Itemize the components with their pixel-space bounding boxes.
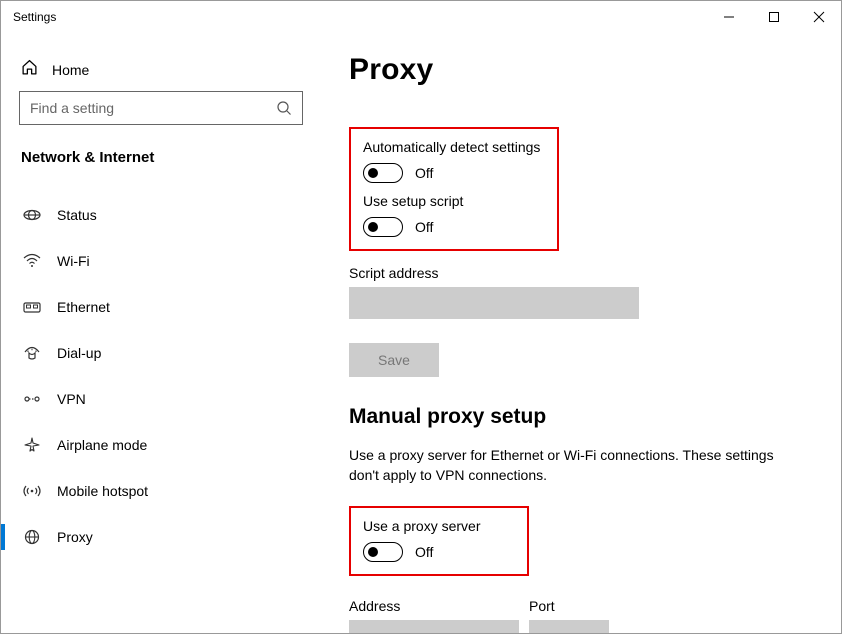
auto-proxy-highlight: Automatically detect settings Off Use se… — [349, 127, 559, 251]
script-address-label: Script address — [349, 265, 805, 281]
close-button[interactable] — [796, 1, 841, 33]
setup-script-group: Use setup script Off — [363, 193, 545, 237]
sidebar-item-label: Ethernet — [57, 299, 110, 315]
use-proxy-toggle[interactable] — [363, 542, 403, 562]
sidebar-item-proxy[interactable]: Proxy — [1, 514, 321, 560]
sidebar-item-label: Wi-Fi — [57, 253, 90, 269]
window-controls — [706, 1, 841, 33]
sidebar-item-label: Mobile hotspot — [57, 483, 148, 499]
page-title: Proxy — [349, 53, 805, 87]
manual-proxy-highlight: Use a proxy server Off — [349, 506, 529, 576]
home-label: Home — [52, 62, 89, 78]
sidebar-item-label: Dial-up — [57, 345, 101, 361]
wifi-icon — [23, 254, 41, 268]
sidebar-item-status[interactable]: Status — [1, 192, 321, 238]
manual-heading: Manual proxy setup — [349, 405, 805, 429]
sidebar-item-vpn[interactable]: VPN — [1, 376, 321, 422]
auto-detect-label: Automatically detect settings — [363, 139, 545, 155]
sidebar-item-ethernet[interactable]: Ethernet — [1, 284, 321, 330]
sidebar-item-label: Airplane mode — [57, 437, 147, 453]
status-icon — [23, 208, 41, 222]
sidebar: Home Network & Internet Status — [1, 33, 321, 633]
sidebar-item-hotspot[interactable]: Mobile hotspot — [1, 468, 321, 514]
auto-detect-toggle[interactable] — [363, 163, 403, 183]
window-title: Settings — [13, 10, 56, 24]
titlebar: Settings — [1, 1, 841, 33]
sidebar-nav: Status Wi-Fi Ethernet — [1, 186, 321, 560]
hotspot-icon — [23, 483, 41, 499]
sidebar-item-airplane[interactable]: Airplane mode — [1, 422, 321, 468]
minimize-button[interactable] — [706, 1, 751, 33]
use-proxy-group: Use a proxy server Off — [363, 518, 515, 562]
sidebar-item-wifi[interactable]: Wi-Fi — [1, 238, 321, 284]
address-port-row: Address Port — [349, 590, 805, 633]
search-box[interactable] — [19, 91, 303, 125]
maximize-button[interactable] — [751, 1, 796, 33]
close-icon — [814, 12, 824, 22]
search-wrap — [1, 91, 321, 143]
sidebar-item-label: Proxy — [57, 529, 93, 545]
setup-script-state: Off — [415, 219, 433, 235]
window-body: Home Network & Internet Status — [1, 33, 841, 633]
content-pane: Proxy Automatically detect settings Off … — [321, 33, 841, 633]
address-input — [349, 620, 519, 633]
sidebar-item-label: Status — [57, 207, 97, 223]
address-label: Address — [349, 598, 519, 614]
minimize-icon — [724, 12, 734, 22]
dialup-icon — [23, 345, 41, 361]
port-label: Port — [529, 598, 609, 614]
auto-detect-group: Automatically detect settings Off — [363, 139, 545, 183]
save-button: Save — [349, 343, 439, 377]
use-proxy-state: Off — [415, 544, 433, 560]
use-proxy-label: Use a proxy server — [363, 518, 515, 534]
search-input[interactable] — [30, 100, 292, 116]
manual-hint: Use a proxy server for Ethernet or Wi-Fi… — [349, 445, 789, 486]
vpn-icon — [23, 392, 41, 406]
settings-window: Settings Home — [0, 0, 842, 634]
port-input — [529, 620, 609, 633]
setup-script-label: Use setup script — [363, 193, 545, 209]
script-address-input — [349, 287, 639, 319]
airplane-icon — [23, 437, 41, 453]
auto-detect-state: Off — [415, 165, 433, 181]
search-icon — [276, 100, 292, 121]
sidebar-item-label: VPN — [57, 391, 86, 407]
sidebar-section-title: Network & Internet — [1, 143, 321, 186]
maximize-icon — [769, 12, 779, 22]
sidebar-item-dialup[interactable]: Dial-up — [1, 330, 321, 376]
ethernet-icon — [23, 300, 41, 314]
home-icon — [21, 59, 38, 81]
setup-script-toggle[interactable] — [363, 217, 403, 237]
proxy-icon — [23, 529, 41, 545]
home-nav-item[interactable]: Home — [1, 53, 321, 91]
